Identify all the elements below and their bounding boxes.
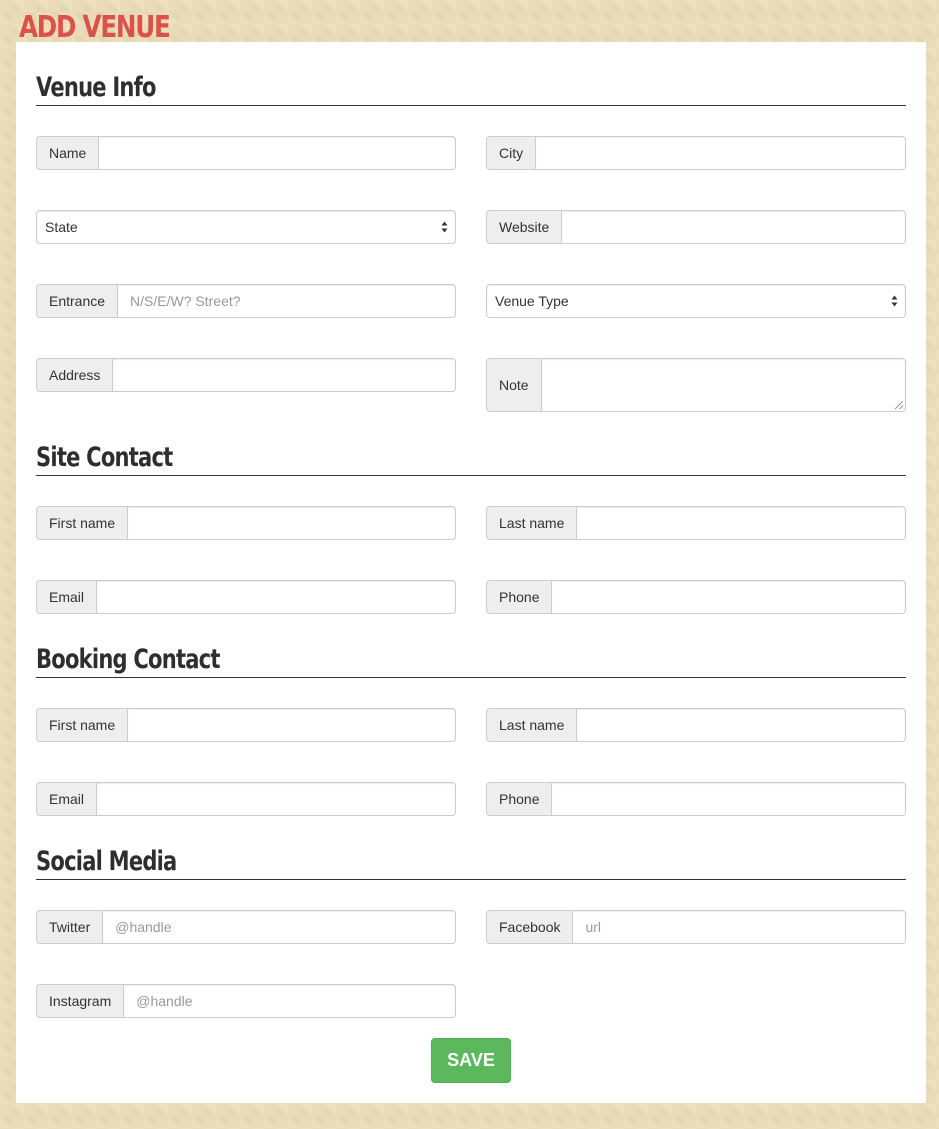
twitter-input-group: Twitter [36, 910, 456, 944]
twitter-label: Twitter [36, 910, 103, 944]
website-input[interactable] [561, 210, 906, 244]
updown-caret-icon [441, 221, 448, 233]
city-label: City [486, 136, 536, 170]
booking-phone-label: Phone [486, 782, 552, 816]
booking-first-name-input[interactable] [127, 708, 456, 742]
venue-type-select[interactable]: Venue Type [486, 284, 906, 318]
address-input-group: Address [36, 358, 456, 392]
save-button[interactable]: SAVE [431, 1038, 511, 1083]
section-heading-site-contact: Site Contact [36, 412, 906, 476]
site-phone-input-group: Phone [486, 580, 906, 614]
state-select-value: State [45, 219, 78, 235]
instagram-input-group: Instagram [36, 984, 456, 1018]
address-input[interactable] [112, 358, 456, 392]
section-heading-venue-info: Venue Info [36, 42, 906, 106]
note-input-group: Note [486, 358, 906, 412]
note-label: Note [486, 358, 541, 412]
booking-last-name-input[interactable] [576, 708, 906, 742]
booking-phone-input-group: Phone [486, 782, 906, 816]
facebook-input[interactable] [572, 910, 906, 944]
website-label: Website [486, 210, 562, 244]
section-heading-social-media: Social Media [36, 816, 906, 880]
booking-phone-input[interactable] [551, 782, 906, 816]
entrance-input-group: Entrance [36, 284, 456, 318]
section-heading-text: Social Media [36, 846, 177, 877]
name-input-group: Name [36, 136, 456, 170]
city-input-group: City [486, 136, 906, 170]
instagram-input[interactable] [123, 984, 456, 1018]
site-first-name-label: First name [36, 506, 128, 540]
entrance-label: Entrance [36, 284, 118, 318]
facebook-label: Facebook [486, 910, 573, 944]
city-input[interactable] [535, 136, 906, 170]
venue-form: Venue Info Name City State Website Entra… [16, 42, 926, 1103]
instagram-label: Instagram [36, 984, 124, 1018]
site-email-label: Email [36, 580, 97, 614]
booking-last-name-label: Last name [486, 708, 577, 742]
facebook-input-group: Facebook [486, 910, 906, 944]
site-last-name-label: Last name [486, 506, 577, 540]
name-label: Name [36, 136, 99, 170]
note-textarea[interactable] [540, 358, 906, 412]
twitter-input[interactable] [102, 910, 456, 944]
updown-caret-icon [891, 295, 898, 307]
venue-type-select-value: Venue Type [495, 293, 569, 309]
booking-last-name-input-group: Last name [486, 708, 906, 742]
site-phone-label: Phone [486, 580, 552, 614]
site-last-name-input[interactable] [576, 506, 906, 540]
entrance-input[interactable] [117, 284, 456, 318]
site-phone-input[interactable] [551, 580, 906, 614]
site-email-input-group: Email [36, 580, 456, 614]
site-first-name-input[interactable] [127, 506, 456, 540]
resize-grip-icon[interactable] [895, 401, 903, 409]
booking-email-label: Email [36, 782, 97, 816]
address-label: Address [36, 358, 113, 392]
section-heading-booking-contact: Booking Contact [36, 614, 906, 678]
state-select[interactable]: State [36, 210, 456, 244]
booking-email-input-group: Email [36, 782, 456, 816]
section-heading-text: Site Contact [36, 442, 173, 473]
section-heading-text: Venue Info [36, 72, 156, 103]
site-last-name-input-group: Last name [486, 506, 906, 540]
booking-first-name-label: First name [36, 708, 128, 742]
site-email-input[interactable] [96, 580, 456, 614]
section-heading-text: Booking Contact [36, 644, 220, 675]
booking-email-input[interactable] [96, 782, 456, 816]
booking-first-name-input-group: First name [36, 708, 456, 742]
site-first-name-input-group: First name [36, 506, 456, 540]
note-field-wrap [540, 358, 906, 412]
website-input-group: Website [486, 210, 906, 244]
name-input[interactable] [98, 136, 456, 170]
